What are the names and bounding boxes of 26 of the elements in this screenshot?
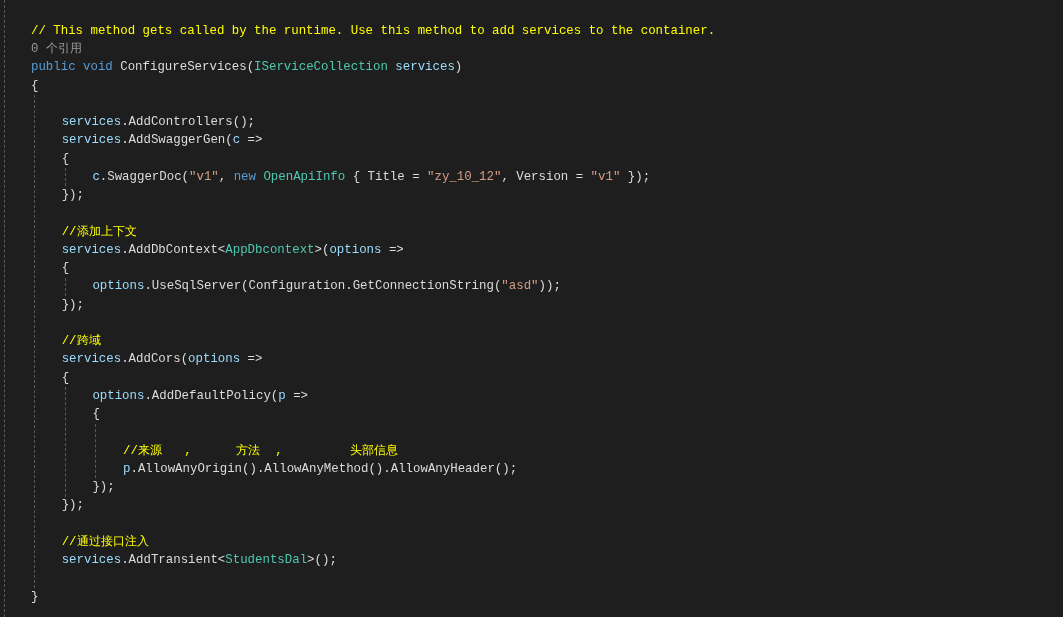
code-line: //添加上下文 xyxy=(61,223,137,241)
code-line: options.AddDefaultPolicy(p => xyxy=(92,387,309,405)
code-line: }); xyxy=(92,479,115,497)
code-line: services.AddTransient<StudentsDal>(); xyxy=(61,552,337,570)
code-line: //跨域 xyxy=(61,333,101,351)
code-line: public void ConfigureServices(IServiceCollection services) xyxy=(31,59,463,77)
code-line: { xyxy=(61,260,70,278)
code-line: services.AddCors(options => xyxy=(61,351,263,369)
code-line: options.UseSqlServer(Configuration.GetConnectionString("asd")); xyxy=(92,278,561,296)
code-line: // This method gets called by the runtime. Use this method to add services to the container. xyxy=(31,22,716,40)
code-line: services.AddSwaggerGen(c => xyxy=(61,132,263,150)
code-line: services.AddControllers(); xyxy=(61,114,256,132)
code-line: c.SwaggerDoc("v1", new OpenApiInfo { Title = "zy_10_12", Version = "v1" }); xyxy=(92,168,651,186)
code-line: { xyxy=(61,150,70,168)
code-line: { xyxy=(61,369,70,387)
code-line: } xyxy=(31,588,39,606)
code-line: { xyxy=(92,406,100,424)
code-line: }); xyxy=(61,497,84,515)
reference-count[interactable]: 0 个引用 xyxy=(31,40,82,59)
code-line: }); xyxy=(61,296,84,314)
code-line: //通过接口注入 xyxy=(61,533,149,551)
code-line: //来源 , 方法 , 头部信息 xyxy=(123,442,398,460)
code-line: { xyxy=(31,77,39,95)
code-line: }); xyxy=(61,187,84,205)
code-line: services.AddDbContext<AppDbcontext>(options => xyxy=(61,241,404,259)
code-line: p.AllowAnyOrigin().AllowAnyMethod().AllowAnyHeader(); xyxy=(123,460,518,478)
